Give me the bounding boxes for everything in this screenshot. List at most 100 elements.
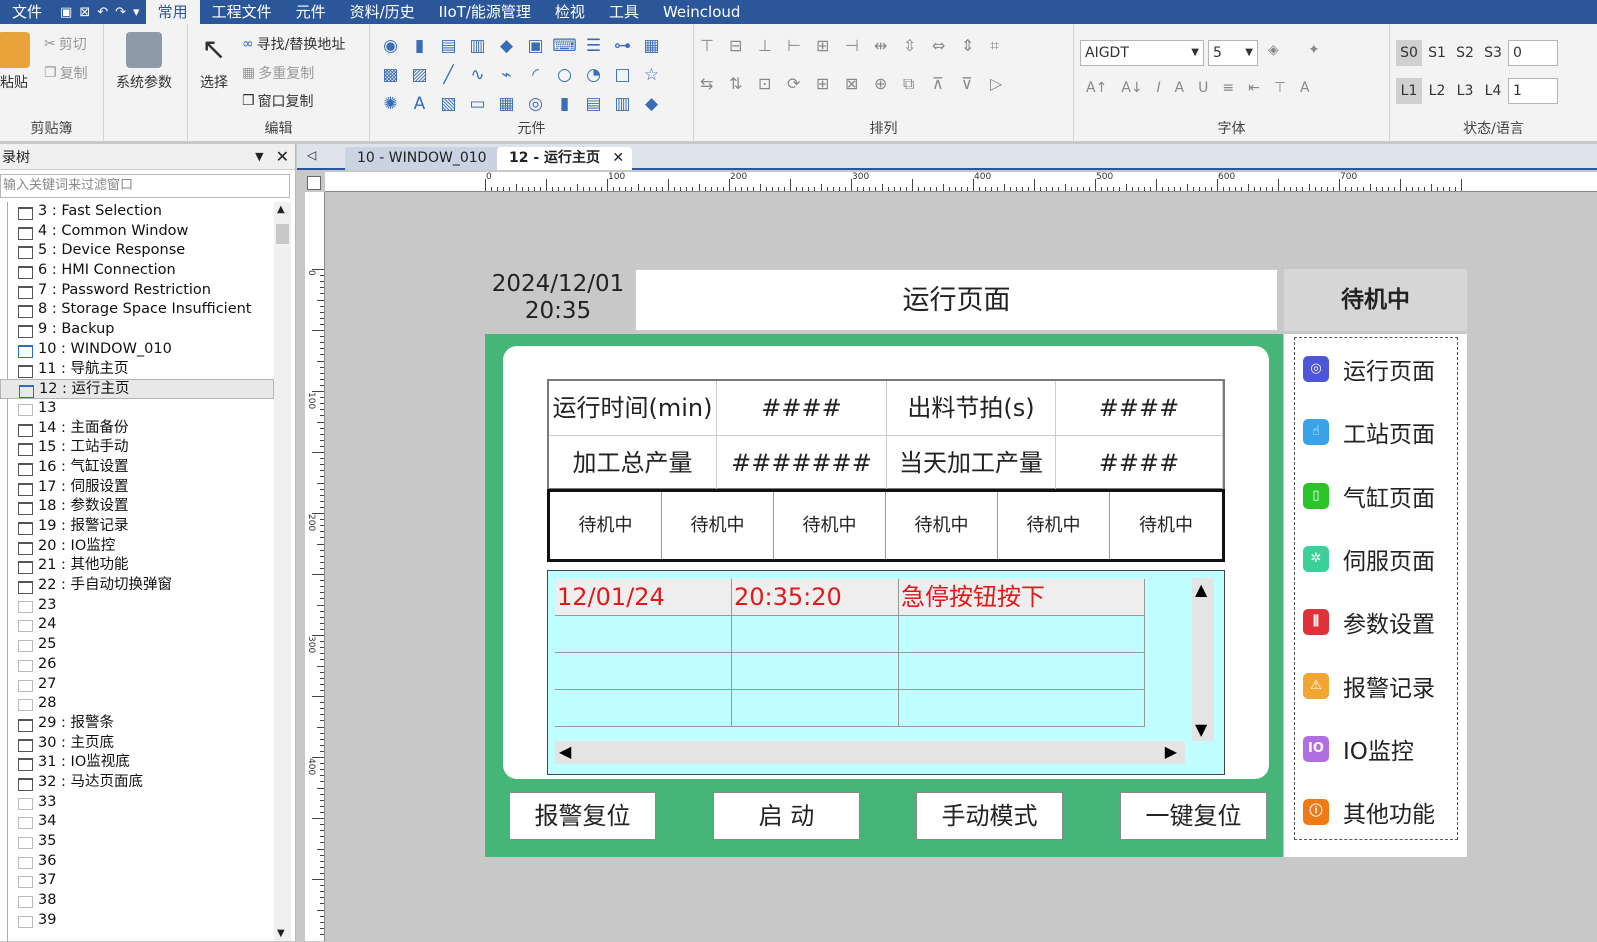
table-icon[interactable]: ▦ bbox=[637, 32, 666, 61]
scroll-down-icon[interactable]: ▼ bbox=[277, 928, 285, 939]
window-copy-button[interactable]: ❒ 窗口复制 bbox=[242, 91, 314, 111]
menu-tools[interactable]: 工具 bbox=[597, 0, 651, 24]
tree-item[interactable]: 28 bbox=[0, 694, 274, 714]
tab-run-main[interactable]: 12 - 运行主页 ✕ bbox=[497, 147, 633, 170]
same-width-icon[interactable]: ⇆ bbox=[700, 74, 729, 112]
tree-item[interactable]: 4 : Common Window bbox=[0, 222, 274, 242]
find-replace-button[interactable]: ∞ 寻找/替换地址 bbox=[242, 34, 345, 54]
group-icon[interactable]: ⊞ bbox=[816, 74, 845, 112]
front-icon[interactable]: ⊼ bbox=[932, 74, 961, 112]
tag2-icon[interactable]: ◆ bbox=[637, 90, 666, 119]
scroll-right-icon[interactable]: ▶ bbox=[1165, 742, 1177, 761]
tree-item[interactable]: 21 : 其他功能 bbox=[0, 556, 274, 576]
menu-common[interactable]: 常用 bbox=[145, 0, 200, 24]
tree-item[interactable]: 20 : IO监控 bbox=[0, 537, 274, 557]
scroll-up-icon[interactable]: ▲ bbox=[277, 204, 285, 215]
signal-icon[interactable]: ▮ bbox=[550, 90, 579, 119]
layer-icon[interactable]: ⧉ bbox=[903, 74, 932, 112]
font-size-select[interactable]: 5 ▼ bbox=[1208, 40, 1258, 66]
scroll-thumb[interactable] bbox=[276, 224, 289, 244]
align-top-icon[interactable]: ⊤ bbox=[700, 36, 729, 74]
chevron-down-icon[interactable]: ▼ bbox=[255, 150, 263, 163]
slider-icon[interactable]: ⊶ bbox=[608, 32, 637, 61]
lamp-icon[interactable]: ◎ bbox=[521, 90, 550, 119]
align-middle-icon[interactable]: ⊟ bbox=[729, 36, 758, 74]
underline-icon[interactable]: U bbox=[1198, 80, 1208, 96]
space-v-icon[interactable]: ⇕ bbox=[961, 36, 990, 74]
tree-item[interactable]: 17 : 伺服设置 bbox=[0, 478, 274, 498]
grid-icon[interactable]: ▦ bbox=[492, 90, 521, 119]
nav-item[interactable]: ▯ 气缸页面 bbox=[1303, 479, 1435, 513]
menu-project[interactable]: 工程文件 bbox=[200, 0, 284, 24]
tree-item[interactable]: 33 bbox=[0, 793, 274, 813]
alarm-horizontal-scrollbar[interactable]: ◀ ▶ bbox=[555, 741, 1185, 764]
sparkle-icon[interactable]: ✺ bbox=[376, 90, 405, 119]
close-window-icon[interactable]: ⊠ bbox=[79, 5, 90, 20]
distribute-v-icon[interactable]: ⇳ bbox=[903, 36, 932, 74]
tree-item[interactable]: 14 : 主面备份 bbox=[0, 419, 274, 439]
tree-item[interactable]: 8 : Storage Space Insufficient bbox=[0, 300, 274, 320]
back-icon[interactable]: ⊽ bbox=[961, 74, 990, 112]
nav-item[interactable]: ◎ 运行页面 bbox=[1303, 352, 1435, 386]
tree-filter-input[interactable]: 输入关键词来过滤窗口 bbox=[0, 174, 290, 198]
tree-item[interactable]: 25 bbox=[0, 635, 274, 655]
tree-item[interactable]: 39 bbox=[0, 911, 274, 931]
tree-item[interactable]: 35 bbox=[0, 832, 274, 852]
tree-item[interactable]: 19 : 报警记录 bbox=[0, 517, 274, 537]
rect-icon[interactable]: □ bbox=[608, 61, 637, 90]
font-name-select[interactable]: AIGDT ▼ bbox=[1080, 40, 1204, 66]
bit-lamp-icon[interactable]: ▣ bbox=[521, 32, 550, 61]
align-left-icon[interactable]: ⊢ bbox=[787, 36, 816, 74]
close-icon[interactable]: ✕ bbox=[612, 147, 624, 170]
tree-item[interactable]: 38 bbox=[0, 891, 274, 911]
scroll-left-icon[interactable]: ◀ bbox=[559, 742, 571, 761]
numeric-display-icon[interactable]: ▤ bbox=[434, 32, 463, 61]
same-height-icon[interactable]: ⇅ bbox=[729, 74, 758, 112]
tree-item[interactable]: 23 bbox=[0, 596, 274, 616]
numeric-input-icon[interactable]: ▥ bbox=[463, 32, 492, 61]
nav-item[interactable]: ⓘ 其他功能 bbox=[1303, 795, 1435, 829]
ungroup-icon[interactable]: ⊠ bbox=[845, 74, 874, 112]
tree-item[interactable]: 3 : Fast Selection bbox=[0, 202, 274, 222]
fill-icon[interactable]: ◈ bbox=[1268, 42, 1279, 58]
dropdown-icon[interactable]: ▾ bbox=[133, 5, 140, 20]
frame-icon[interactable]: ▭ bbox=[463, 90, 492, 119]
language-spinner[interactable]: 1 bbox=[1508, 78, 1558, 104]
same-size-icon[interactable]: ⊡ bbox=[758, 74, 787, 112]
space-h-icon[interactable]: ⇔ bbox=[932, 36, 961, 74]
state-spinner[interactable]: 0 bbox=[1508, 40, 1558, 66]
alarm-reset-button[interactable]: 报警复位 bbox=[509, 792, 656, 840]
align-text-icon[interactable]: ≡ bbox=[1222, 80, 1234, 96]
counter-icon[interactable]: ▤ bbox=[579, 90, 608, 119]
tree-item[interactable]: 16 : 气缸设置 bbox=[0, 458, 274, 478]
cut-button[interactable]: ✂ 剪切 bbox=[44, 34, 87, 54]
tree-item[interactable]: 31 : IO监视底 bbox=[0, 753, 274, 773]
tree-item[interactable]: 26 bbox=[0, 655, 274, 675]
align-center-icon[interactable]: ⊞ bbox=[816, 36, 845, 74]
tree-item[interactable]: 22 : 手自动切换弹窗 bbox=[0, 576, 274, 596]
tree-item[interactable]: 15 : 工站手动 bbox=[0, 438, 274, 458]
tab-scroll-left-icon[interactable]: ◁ bbox=[307, 148, 316, 162]
state-s1-button[interactable]: S1 bbox=[1424, 40, 1450, 66]
ascii-icon[interactable]: ▨ bbox=[405, 61, 434, 90]
tree-item[interactable]: 6 : HMI Connection bbox=[0, 261, 274, 281]
redo-icon[interactable]: ↷ bbox=[115, 5, 126, 20]
shrink-font-icon[interactable]: A↓ bbox=[1121, 80, 1142, 96]
tree-item[interactable]: 27 bbox=[0, 675, 274, 695]
lang-l2-button[interactable]: L2 bbox=[1424, 78, 1450, 104]
indent-icon[interactable]: ⇤ bbox=[1248, 80, 1260, 96]
vertical-align-icon[interactable]: ⊤ bbox=[1274, 80, 1286, 96]
rotate-icon[interactable]: ⟳ bbox=[787, 74, 816, 112]
undo-icon[interactable]: ↶ bbox=[97, 5, 108, 20]
tree-item[interactable]: 24 bbox=[0, 615, 274, 635]
flip-icon[interactable]: ▷ bbox=[990, 74, 1019, 112]
lang-l1-button[interactable]: L1 bbox=[1396, 78, 1422, 104]
scroll-down-icon[interactable]: ▼ bbox=[1195, 720, 1207, 739]
pie-icon[interactable]: ◔ bbox=[579, 61, 608, 90]
alarm-row[interactable]: 12/01/24 20:35:20 急停按钮按下 bbox=[555, 579, 1145, 616]
grow-font-icon[interactable]: A↑ bbox=[1086, 80, 1107, 96]
tree-scrollbar[interactable]: ▲ ▼ bbox=[274, 202, 291, 941]
distribute-h-icon[interactable]: ⇹ bbox=[874, 36, 903, 74]
text-effect-icon[interactable]: A bbox=[1300, 80, 1310, 96]
picture-icon[interactable]: ▧ bbox=[434, 90, 463, 119]
